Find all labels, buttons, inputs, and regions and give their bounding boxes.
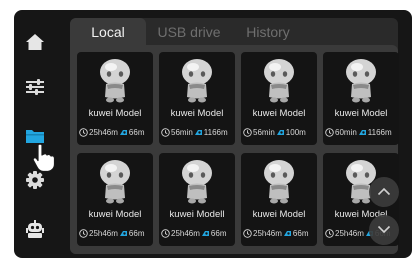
filament-icon (201, 229, 210, 238)
model-thumbnail (100, 160, 130, 204)
file-name: kuwei Model (334, 108, 388, 119)
filament-icon (283, 229, 292, 238)
clock-icon (161, 228, 170, 238)
file-name: kuwei Model (252, 209, 306, 220)
file-card[interactable]: kuwei Model 25h46m 66m (77, 52, 153, 145)
scroll-down-button[interactable] (369, 215, 399, 245)
model-thumbnail (264, 59, 294, 103)
filament-length: 66m (292, 228, 309, 238)
file-name: kuwei Model (252, 108, 306, 119)
chevron-up-icon (377, 183, 391, 201)
sidebar-item-device[interactable] (14, 214, 56, 244)
file-meta: 56min 1166m (161, 126, 235, 138)
model-thumbnail (182, 59, 212, 103)
tab-usb-drive[interactable]: USB drive (146, 18, 232, 45)
filament-icon (276, 128, 285, 137)
file-card[interactable]: kuwei Modell 25h46m 66m (159, 153, 235, 246)
print-time: 25h46m (171, 228, 200, 238)
file-browser: Local USB drive History kuwei Model 25h4… (70, 18, 399, 254)
filament-icon (119, 229, 128, 238)
file-name: kuwei Model (170, 108, 224, 119)
filament-icon (358, 128, 367, 137)
file-meta: 60min 1166m (325, 126, 399, 138)
sidebar (14, 10, 56, 258)
file-meta: 25h46m 66m (161, 227, 235, 239)
filament-icon (119, 128, 128, 137)
file-card[interactable]: kuwei Model 56min 1166m (159, 52, 235, 145)
gear-icon (25, 170, 45, 190)
model-thumbnail (346, 59, 376, 103)
file-card[interactable]: kuwei Model 56min 100m (241, 52, 317, 145)
sidebar-item-controls[interactable] (14, 72, 56, 102)
file-card[interactable]: kuwei Model 25h46m 66m (77, 153, 153, 246)
file-meta: 25h46m 66m (79, 227, 153, 239)
clock-icon (325, 127, 334, 137)
file-name: kuwei Model (88, 108, 142, 119)
scroll-up-button[interactable] (369, 177, 399, 207)
file-name: kuwei Modell (169, 209, 225, 220)
model-thumbnail (264, 160, 294, 204)
printer-screen: Local USB drive History kuwei Model 25h4… (14, 10, 412, 258)
filament-length: 66m (210, 228, 227, 238)
filament-length: 1166m (367, 127, 392, 137)
clock-icon (243, 127, 252, 137)
print-time: 60min (335, 127, 357, 137)
file-meta: 25h46m 66m (79, 126, 153, 138)
chevron-down-icon (377, 221, 391, 239)
print-time: 25h46m (89, 228, 118, 238)
print-time: 25h46m (89, 127, 118, 137)
tab-bar: Local USB drive History (70, 18, 398, 45)
clock-icon (243, 228, 252, 238)
file-card[interactable]: kuwei Model 25h46m 66m (241, 153, 317, 246)
clock-icon (79, 127, 88, 137)
file-grid: kuwei Model 25h46m 66m kuwei Model 56min… (70, 45, 399, 254)
clock-icon (161, 127, 170, 137)
sliders-icon (25, 78, 45, 96)
print-time: 56min (171, 127, 193, 137)
print-time: 25h46m (253, 228, 282, 238)
model-thumbnail (100, 59, 130, 103)
file-card[interactable]: kuwei Model 60min 1166m (323, 52, 399, 145)
file-name: kuwei Model (88, 209, 142, 220)
robot-icon (25, 219, 45, 239)
print-time: 25h46m (335, 228, 364, 238)
sidebar-item-home[interactable] (14, 27, 56, 57)
filament-length: 1166m (203, 127, 228, 137)
clock-icon (325, 228, 334, 238)
hand-pointer-icon (32, 143, 56, 173)
filament-length: 100m (285, 127, 306, 137)
filament-length: 66m (128, 127, 145, 137)
clock-icon (79, 228, 88, 238)
tab-local[interactable]: Local (70, 18, 146, 45)
model-thumbnail (182, 160, 212, 204)
home-icon (25, 33, 45, 51)
filament-length: 66m (128, 228, 145, 238)
file-meta: 56min 100m (243, 126, 317, 138)
file-meta: 25h46m 66m (243, 227, 317, 239)
filament-icon (194, 128, 203, 137)
tab-history[interactable]: History (232, 18, 304, 45)
print-time: 56min (253, 127, 275, 137)
